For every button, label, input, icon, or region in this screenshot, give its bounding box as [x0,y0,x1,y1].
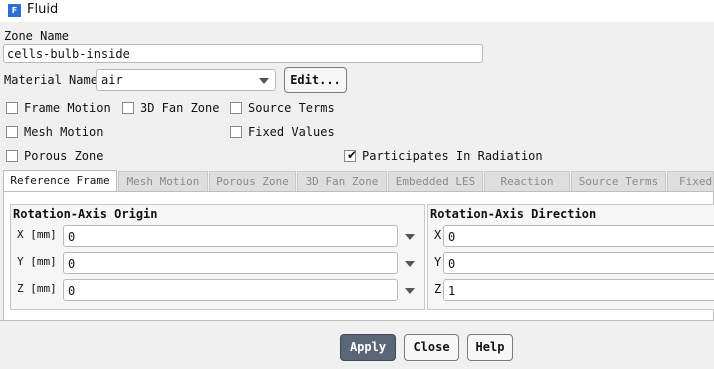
fixed-values-checkbox[interactable] [230,126,242,138]
direction-x-value: 0 [448,230,456,244]
direction-z-input[interactable]: 1 [443,279,714,301]
tab-3d-fan-zone[interactable]: 3D Fan Zone [297,171,387,191]
material-select[interactable]: air [96,69,276,91]
tab-panel-reference-frame: Rotation-Axis Origin X [mm] 0 Y [mm] 0 Z… [3,191,714,321]
origin-y-value: 0 [68,257,76,271]
window-title: Fluid [27,2,59,17]
zone-name-input[interactable]: cells-bulb-inside [3,44,483,63]
origin-y-label: Y [mm] [17,255,57,268]
tab-fixed-values[interactable]: Fixed [667,171,714,191]
tab-mesh-motion[interactable]: Mesh Motion [118,171,208,191]
zone-name-value: cells-bulb-inside [7,47,130,61]
origin-y-input[interactable]: 0 [63,252,398,274]
origin-y-chevron-down-icon[interactable] [405,261,415,267]
fan-zone-label: 3D Fan Zone [140,101,220,115]
chevron-down-icon [259,78,269,84]
porous-zone-checkbox[interactable] [6,150,18,162]
edit-material-button[interactable]: Edit... [284,67,347,93]
fixed-values-label: Fixed Values [248,125,335,139]
tab-porous-zone[interactable]: Porous Zone [209,171,296,191]
apply-button[interactable]: Apply [340,334,396,361]
title-bar: F Fluid [0,0,714,22]
direction-y-input[interactable]: 0 [443,252,714,274]
checkmark-icon: ✔ [347,148,358,162]
fluid-app-icon: F [8,4,21,17]
origin-z-label: Z [mm] [17,282,57,295]
material-name-label: Material Name [4,73,98,87]
origin-z-input[interactable]: 0 [63,279,398,301]
porous-zone-label: Porous Zone [24,149,104,163]
mesh-motion-label: Mesh Motion [24,125,104,139]
tab-reference-frame[interactable]: Reference Frame [3,170,117,191]
frame-motion-checkbox[interactable] [6,102,18,114]
origin-x-value: 0 [68,230,76,244]
source-terms-checkbox[interactable] [230,102,242,114]
origin-z-chevron-down-icon[interactable] [405,288,415,294]
zone-name-label: Zone Name [4,29,70,43]
fan-zone-checkbox[interactable] [122,102,134,114]
footer-divider [0,320,714,321]
direction-y-value: 0 [448,257,456,271]
origin-z-value: 0 [68,284,76,298]
tab-embedded-les[interactable]: Embedded LES [388,171,483,191]
tab-reaction[interactable]: Reaction [484,171,570,191]
material-value: air [101,73,123,87]
help-button[interactable]: Help [467,334,513,361]
direction-x-label: X [434,228,442,242]
origin-x-chevron-down-icon[interactable] [405,234,415,240]
rotation-axis-origin-group: Rotation-Axis Origin X [mm] 0 Y [mm] 0 Z… [10,204,425,310]
origin-x-label: X [mm] [17,228,57,241]
direction-z-label: Z [434,282,442,296]
origin-x-input[interactable]: 0 [63,225,398,247]
participates-in-radiation-checkbox[interactable]: ✔ [344,148,358,162]
source-terms-label: Source Terms [248,101,335,115]
direction-x-input[interactable]: 0 [443,225,714,247]
frame-motion-label: Frame Motion [24,101,111,115]
direction-y-label: Y [434,255,442,269]
close-button[interactable]: Close [404,334,459,361]
mesh-motion-checkbox[interactable] [6,126,18,138]
direction-z-value: 1 [448,284,456,298]
rotation-axis-direction-group: Rotation-Axis Direction X 0 Y 0 Z 1 [427,204,714,310]
rotation-axis-direction-title: Rotation-Axis Direction [430,207,597,221]
rotation-axis-origin-title: Rotation-Axis Origin [13,207,158,221]
participates-in-radiation-label: Participates In Radiation [362,149,543,163]
tab-source-terms[interactable]: Source Terms [571,171,666,191]
